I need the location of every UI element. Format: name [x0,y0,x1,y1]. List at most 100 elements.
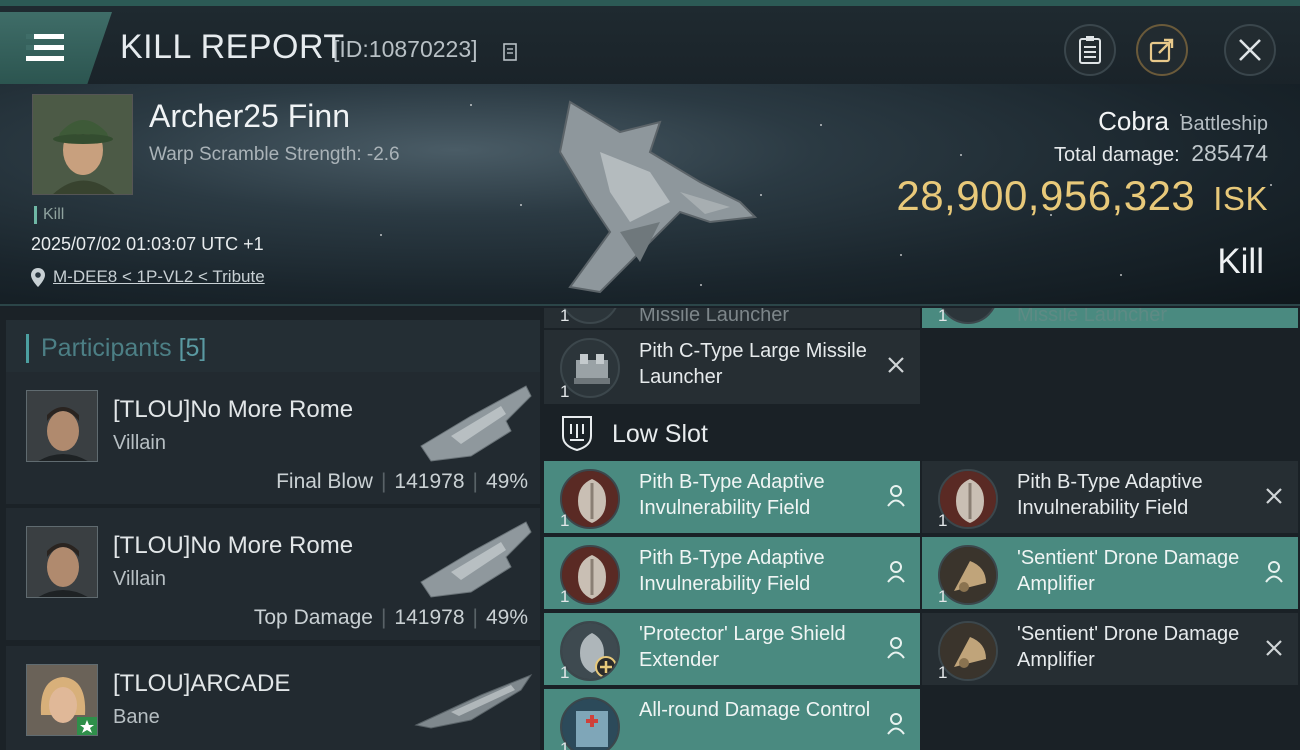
page-title: KILL REPORT [120,28,345,66]
module-qty: 1 [560,587,570,606]
module-name: 'Sentient' Drone Damage Amplifier [1017,623,1240,671]
participant-row[interactable]: [TLOU]ARCADE Bane [6,646,540,750]
share-button[interactable] [1136,24,1188,76]
close-button[interactable] [1224,24,1276,76]
pilot-icon [887,485,905,507]
participant-ship: Bane [113,706,160,728]
participants-count: [5] [178,334,207,362]
avatar[interactable] [26,664,98,736]
low-slot-label: Low Slot [612,420,708,448]
pilot-icon [887,637,905,659]
module-name: Pith C-Type Large Missile Launcher [639,340,867,388]
hamburger-icon [26,34,64,61]
participant-row[interactable]: [TLOU]No More Rome Villain Top Damage | 14… [6,508,540,640]
total-damage: Total damage: 285474 [1054,140,1268,167]
copy-icon[interactable] [503,43,519,63]
participant-percent: 49% [485,606,528,629]
low-slot-icon [562,416,592,452]
ship-class: Battleship [1180,113,1268,135]
module-qty: 1 [938,587,948,606]
participant-name[interactable]: [TLOU]No More Rome [113,532,353,560]
avatar-icon [33,95,132,194]
participant-name[interactable]: [TLOU]No More Rome [113,396,353,424]
participant-percent: 49% [485,470,528,493]
module-slot[interactable]: Missile Launcher 1 [544,308,920,328]
clipboard-button[interactable] [1064,24,1116,76]
isk-unit: ISK [1213,180,1268,217]
participants-title: Participants [5] [26,334,206,363]
module-slot[interactable]: 'Sentient' Drone Damage Amplifier 1 [922,537,1298,609]
victim-name[interactable]: Archer25 Finn [149,98,350,135]
module-slot[interactable]: All-round Damage Control 1 [544,689,920,750]
location-link[interactable]: M-DEE8 < 1P-VL2 < Tribute [53,267,265,287]
kill-result: Kill [1217,242,1264,281]
participant-damage: 141978 [394,606,465,629]
participant-role: Final Blow [276,470,373,493]
report-id: [ID:10870223] [333,36,478,62]
module-name: Missile Launcher [639,308,790,326]
pilot-portrait-icon [27,391,97,461]
top-bar: KILL REPORT [ID:10870223] [0,0,1300,84]
warp-scramble-strength: Warp Scramble Strength: -2.6 [149,144,400,165]
destroyed-x-icon [888,357,904,373]
participant-ship-image [420,521,532,598]
menu-button[interactable] [0,12,112,84]
module-slot[interactable]: Missile Launcher 1 [922,308,1298,328]
module-name: Pith B-Type Adaptive Invulnerability Fie… [1017,471,1203,519]
module-qty: 1 [938,663,948,682]
total-damage-value: 285474 [1191,140,1268,166]
module-qty: 1 [560,511,570,530]
victim-banner: Archer25 Finn Warp Scramble Strength: -2… [0,84,1300,306]
victim-portrait[interactable] [32,94,133,195]
destroyed-x-icon [1266,640,1282,656]
close-icon [1239,39,1261,61]
avatar[interactable] [26,390,98,462]
participant-damage: 141978 [394,470,465,493]
pilot-portrait-icon [27,665,97,735]
participant-stats: Top Damage | 141978 | 49% [253,606,528,629]
pilot-icon [1265,561,1283,583]
participant-row[interactable]: [TLOU]No More Rome Villain Final Blow | 14… [6,372,540,504]
total-damage-label: Total damage: [1054,144,1180,166]
module-name: Missile Launcher [1017,308,1168,326]
clipboard-icon [1079,36,1101,64]
participant-stats: Final Blow | 141978 | 49% [276,470,528,493]
module-slot[interactable]: Pith C-Type Large Missile Launcher 1 [544,330,920,404]
participant-ship-image [414,673,533,729]
ship-type: Cobra [1098,106,1169,136]
kill-location[interactable]: M-DEE8 < 1P-VL2 < Tribute [31,267,265,287]
participant-ship-image [420,385,532,462]
pilot-icon [887,713,905,735]
participant-name[interactable]: [TLOU]ARCADE [113,670,290,698]
ship-name[interactable]: Cobra Battleship [1098,106,1268,137]
module-slot[interactable]: Pith B-Type Adaptive Invulnerability Fie… [922,461,1298,533]
participant-role: Top Damage [253,606,373,629]
kill-datetime: 2025/07/02 01:03:07 UTC +1 [31,234,264,254]
module-name: 'Sentient' Drone Damage Amplifier [1017,547,1240,595]
isk-amount: 28,900,956,323 [896,172,1196,219]
low-slot-header: Low Slot [540,408,916,460]
pilot-portrait-icon [27,527,97,597]
participants-header: Participants [5] [6,320,540,372]
module-slot[interactable]: Pith B-Type Adaptive Invulnerability Fie… [544,461,920,533]
module-qty: 1 [560,308,570,325]
module-qty: 1 [560,382,570,401]
participants-label: Participants [41,334,172,362]
module-slot[interactable]: Pith B-Type Adaptive Invulnerability Fie… [544,537,920,609]
module-slot[interactable]: 'Protector' Large Shield Extender 1 [544,613,920,685]
module-qty: 1 [938,511,948,530]
module-qty: 1 [938,308,948,325]
module-slot[interactable]: 'Sentient' Drone Damage Amplifier 1 [922,613,1298,685]
module-name: Pith B-Type Adaptive Invulnerability Fie… [639,471,825,519]
module-qty: 1 [560,663,570,682]
pilot-icon [887,561,905,583]
ship-image [558,100,758,294]
participant-ship: Villain [113,432,166,454]
location-pin-icon [31,267,45,287]
module-name: 'Protector' Large Shield Extender [639,623,846,671]
module-name: Pith B-Type Adaptive Invulnerability Fie… [639,547,825,595]
share-icon [1149,38,1174,63]
participants-panel: Participants [5] [TLOU]No More Rome Vill… [0,308,540,750]
module-qty: 1 [560,739,570,750]
avatar[interactable] [26,526,98,598]
